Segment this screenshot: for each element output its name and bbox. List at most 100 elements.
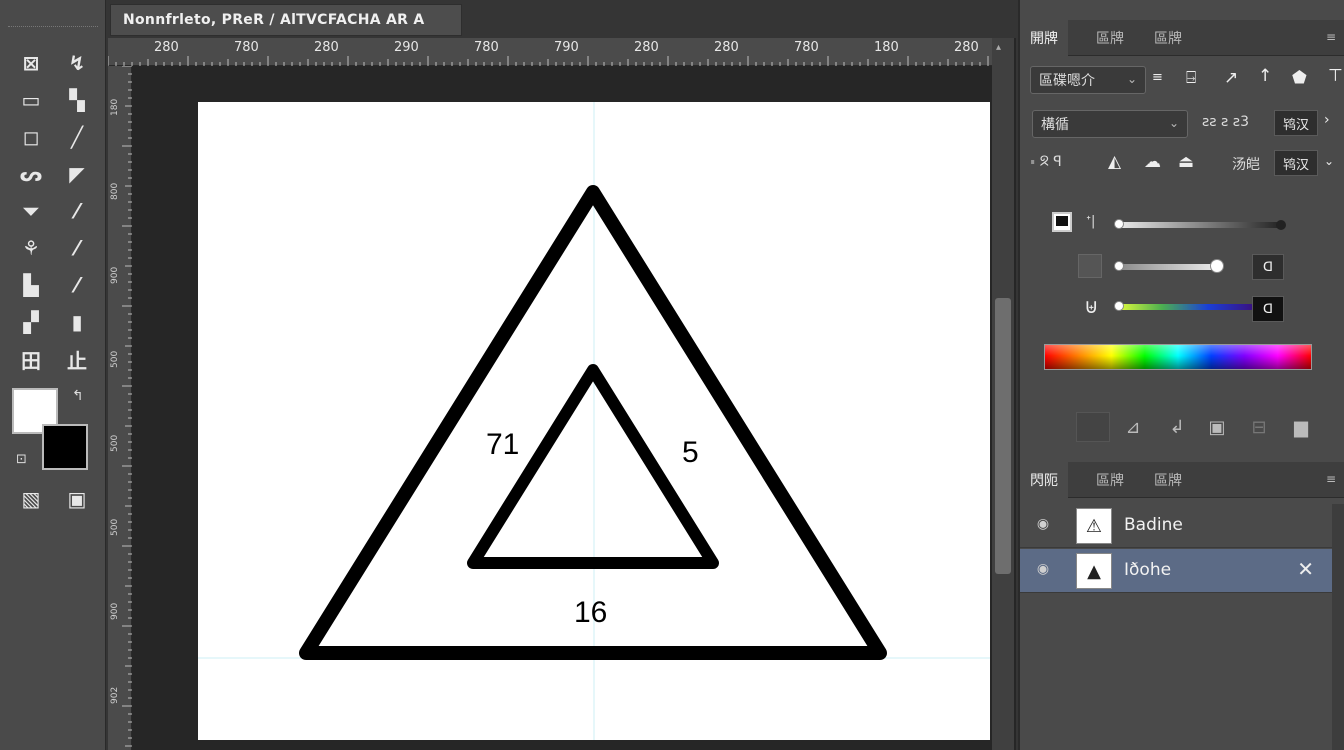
align-icon[interactable]: ⍈ xyxy=(1186,68,1196,88)
equal-icon[interactable]: ≡ xyxy=(1152,70,1163,85)
tab-layers[interactable]: 閃阨 xyxy=(1020,462,1068,498)
chevron-down-icon[interactable]: ⌄ xyxy=(1324,154,1334,168)
layer-name[interactable]: Badine xyxy=(1124,515,1183,535)
arrow-back-icon[interactable]: ↲ xyxy=(1160,412,1194,442)
ruler-label: 180 xyxy=(874,40,899,55)
tool-icon[interactable]: ◤ xyxy=(60,159,94,189)
slider-2-track[interactable] xyxy=(1116,264,1220,270)
slider-1-track[interactable] xyxy=(1116,222,1282,228)
tool-icon[interactable]: ▞ xyxy=(14,307,48,337)
preset-dropdown[interactable]: 區碟嗯介 ⌄ xyxy=(1030,66,1146,94)
ruler-label: 290 xyxy=(394,40,419,55)
layer-name[interactable]: Iðohe xyxy=(1124,560,1171,580)
tool-icon[interactable]: ⏷ xyxy=(14,196,48,226)
stroke-options-label: ꞊ ᘝ ꟼ xyxy=(1030,154,1062,170)
chevron-down-icon: ⌄ xyxy=(1126,72,1137,86)
tool-icon[interactable]: ▙ xyxy=(14,270,48,300)
slider-3-track[interactable] xyxy=(1116,304,1254,310)
layer-group-icon[interactable]: ⊟ xyxy=(1242,412,1276,442)
mask-icon[interactable]: ▣ xyxy=(1200,412,1234,442)
shape-icon[interactable]: ⬟ xyxy=(1292,68,1307,88)
swap-colors-icon[interactable]: ↰ xyxy=(72,388,84,404)
layer-thumbnail: ⚠ xyxy=(1076,508,1112,544)
mode-dropdown-value: 構循 xyxy=(1041,117,1069,133)
tab-properties[interactable]: 開牌 xyxy=(1020,20,1068,56)
slider-3-field[interactable]: ᗡ xyxy=(1252,296,1284,322)
slider-2-field[interactable]: ᗡ xyxy=(1252,254,1284,280)
fill-color-swatch[interactable] xyxy=(1078,254,1102,278)
document-tab[interactable]: Nonnfrleto, PReR / AlTVCFACHA AR A xyxy=(110,4,462,36)
layer-thumbnail: ▲ xyxy=(1076,553,1112,589)
ruler-label: 780 xyxy=(794,40,819,55)
stroke-color-swatch[interactable] xyxy=(1052,212,1072,232)
opacity-brush-icon[interactable]: ⊎ xyxy=(1084,294,1099,318)
horizontal-ruler[interactable]: 280 780 280 290 780 790 280 280 780 180 280 xyxy=(107,38,992,66)
tool-icon[interactable]: ⊠ xyxy=(14,48,48,78)
blob-icon[interactable]: ☁ xyxy=(1144,152,1161,172)
tool-icon[interactable]: ⁄ xyxy=(60,196,94,226)
visibility-eye-icon[interactable]: ◉ xyxy=(1032,561,1054,581)
fill-icon[interactable]: ◭ xyxy=(1108,152,1121,172)
tab-paths[interactable]: 區牌 xyxy=(1144,462,1192,498)
right-panels: 開牌 區牌 區牌 ≡ 區碟嗯介 ⌄ ≡ ⍈ ↗ ↑ ⬟ ⊤ 構循 ⌄ ƨƨ ƨ … xyxy=(1018,0,1344,750)
ruler-label: 280 xyxy=(634,40,659,55)
tool-icon[interactable]: 止 xyxy=(60,344,94,374)
layers-panel-menu-icon[interactable]: ≡ xyxy=(1326,472,1336,486)
vertical-ruler[interactable]: 180 800 900 500 500 500 900 902 xyxy=(108,65,132,750)
tool-icon[interactable]: ᔕ xyxy=(14,159,48,189)
panel-swatch-box[interactable] xyxy=(1076,412,1110,442)
tool-icon[interactable]: ╱ xyxy=(60,122,94,152)
tool-icon[interactable]: ▚ xyxy=(60,85,94,115)
tool-icon[interactable]: ↯ xyxy=(60,48,94,78)
tool-icon[interactable]: ⁄ xyxy=(60,270,94,300)
ruler-label: 780 xyxy=(234,40,259,55)
tool-icon[interactable]: ▮ xyxy=(60,307,94,337)
tool-icon[interactable]: ⚘ xyxy=(14,233,48,263)
panel-menu-icon[interactable]: ≡ xyxy=(1326,30,1336,44)
chevron-right-icon[interactable]: › xyxy=(1324,112,1330,128)
scroll-up-icon[interactable]: ▴ xyxy=(996,42,1001,53)
tool-icon[interactable]: 田 xyxy=(14,344,48,374)
background-color-swatch[interactable] xyxy=(42,424,88,470)
tab-adjustments[interactable]: 區牌 xyxy=(1086,20,1134,56)
up-arrow-icon[interactable]: ↑ xyxy=(1258,66,1272,86)
opacity-field[interactable]: 鸨汉 xyxy=(1274,150,1318,176)
default-colors-icon[interactable]: ⊡ xyxy=(16,452,27,467)
tool-icon[interactable]: ◻ xyxy=(14,122,48,152)
trash-icon[interactable]: ▆ xyxy=(1284,412,1318,442)
close-icon[interactable]: ✕ xyxy=(1297,557,1314,581)
outer-triangle[interactable] xyxy=(299,185,887,660)
color-spectrum-bar[interactable] xyxy=(1044,344,1312,370)
quick-mask-icon[interactable]: ▧ xyxy=(14,484,48,514)
link-icon[interactable]: ⊿ xyxy=(1116,412,1150,442)
artboard-canvas[interactable]: 71 5 16 xyxy=(198,102,990,740)
cloud-icon[interactable]: ⏏ xyxy=(1178,152,1194,172)
pin-icon[interactable]: ⊤ xyxy=(1328,66,1343,86)
ruler-label: 800 xyxy=(110,182,120,200)
slider-1-knob[interactable] xyxy=(1114,219,1124,229)
slider-2-knob[interactable] xyxy=(1210,259,1224,273)
layer-row-selected[interactable]: ◉ ▲ Iðohe ✕ xyxy=(1020,549,1332,593)
preset-dropdown-value: 區碟嗯介 xyxy=(1039,73,1095,89)
tool-icon[interactable]: ⁄ xyxy=(60,233,94,263)
size-field[interactable]: 鸨汉 xyxy=(1274,110,1318,136)
slider-2-knob-left[interactable] xyxy=(1114,261,1124,271)
tab-channels[interactable]: 區牌 xyxy=(1086,462,1134,498)
mode-dropdown[interactable]: 構循 ⌄ xyxy=(1032,110,1188,138)
layers-scrollbar[interactable] xyxy=(1332,504,1344,750)
layer-row[interactable]: ◉ ⚠ Badine xyxy=(1020,504,1332,548)
ruler-label: 280 xyxy=(314,40,339,55)
ruler-label: 500 xyxy=(110,434,120,452)
tab-libraries[interactable]: 區牌 xyxy=(1144,20,1192,56)
tool-icon[interactable]: ▭ xyxy=(14,85,48,115)
transform-icon[interactable]: ↗ xyxy=(1224,68,1238,88)
toolbar-grip[interactable] xyxy=(8,26,98,30)
scrollbar-thumb[interactable] xyxy=(995,298,1011,574)
screen-mode-icon[interactable]: ▣ xyxy=(60,484,94,514)
ruler-label: 902 xyxy=(110,686,120,704)
visibility-eye-icon[interactable]: ◉ xyxy=(1032,516,1054,536)
canvas-vertical-scrollbar[interactable]: ▴ xyxy=(992,38,1014,750)
inner-triangle[interactable] xyxy=(467,364,719,569)
label-bottom-side: 16 xyxy=(574,596,607,629)
slider-3-knob[interactable] xyxy=(1114,301,1124,311)
